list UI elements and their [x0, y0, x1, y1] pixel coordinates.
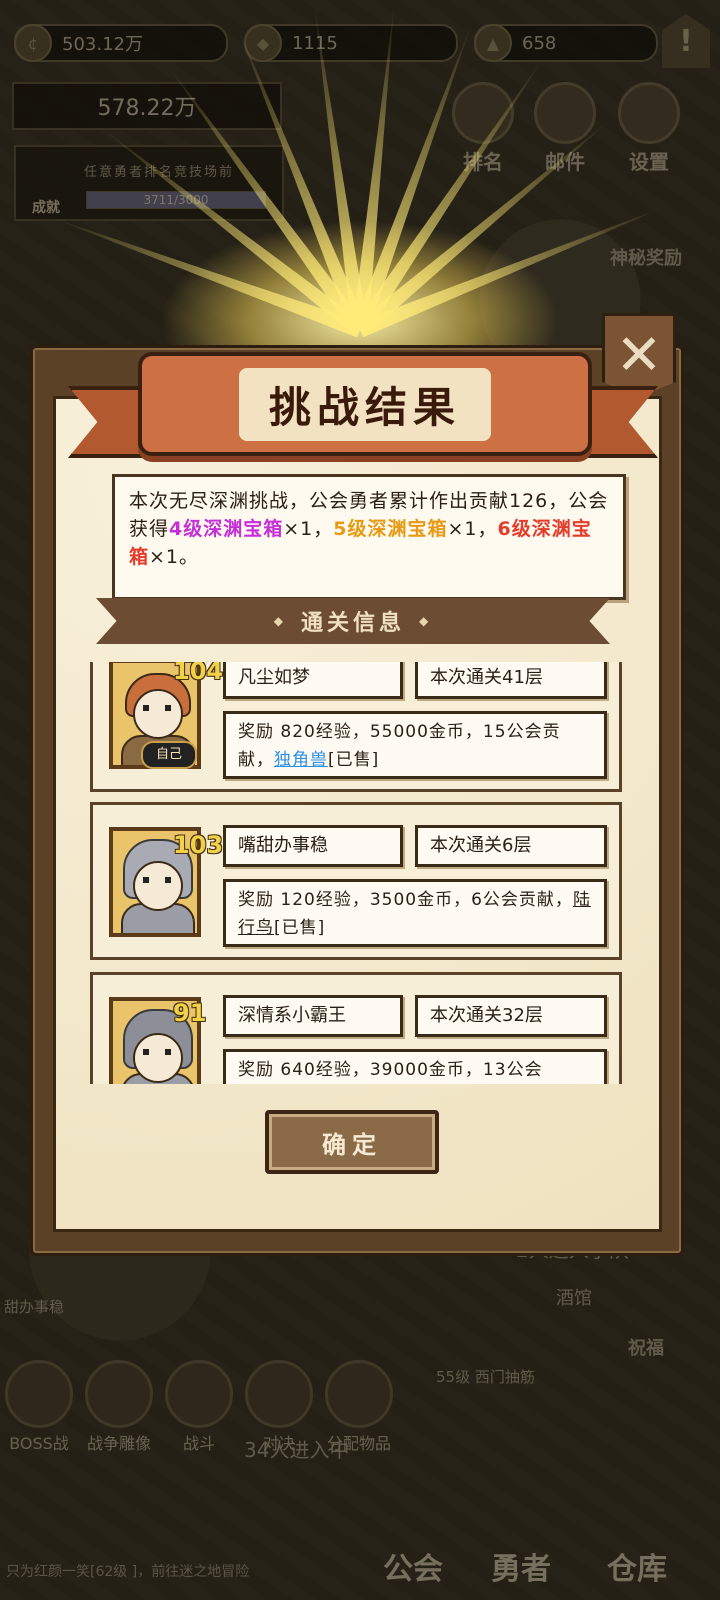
- clear-info-header: ◆ 通关信息 ◆: [96, 598, 610, 644]
- clear-info-title: 通关信息: [300, 611, 405, 636]
- self-tag: 自己: [141, 741, 197, 769]
- reward-qty-lv5: ×1，: [447, 518, 498, 540]
- title-ribbon: 挑战结果: [138, 352, 592, 456]
- reward-desc: 奖励 640经验，39000金币，13公会: [238, 1060, 543, 1080]
- hero-level: 91: [173, 999, 207, 1027]
- reward-qty-lv4: ×1，: [283, 518, 334, 540]
- floor-cleared: 本次通关32层: [415, 995, 607, 1037]
- diamond-icon: ◆: [273, 614, 287, 628]
- hero-name: 凡尘如梦: [223, 662, 403, 699]
- close-button[interactable]: ✕: [602, 313, 676, 397]
- reward-text: 奖励 820经验，55000金币，15公会贡献，独角兽[已售]: [223, 711, 607, 779]
- reward-item-status: [已售]: [274, 918, 326, 938]
- reward-item-status: [已售]: [328, 750, 380, 770]
- clear-info-list[interactable]: 104 自己 凡尘如梦 本次通关41层 奖励 820经验，55000金币，15公…: [90, 662, 622, 1084]
- hero-level: 103: [173, 831, 224, 859]
- diamond-icon: ◆: [419, 614, 433, 628]
- reward-text: 奖励 120经验，3500金币，6公会贡献，陆行鸟[已售]: [223, 879, 607, 947]
- hero-level: 104: [173, 662, 224, 685]
- list-item[interactable]: 104 自己 凡尘如梦 本次通关41层 奖励 820经验，55000金币，15公…: [90, 662, 622, 792]
- reward-text: 奖励 640经验，39000金币，13公会: [223, 1049, 607, 1084]
- reward-desc: 奖励 120经验，3500金币，6公会贡献，: [238, 890, 573, 910]
- hero-name: 嘴甜办事稳: [223, 825, 403, 867]
- close-x-icon: ✕: [615, 322, 663, 388]
- confirm-label: 确定: [322, 1130, 382, 1159]
- floor-cleared: 本次通关6层: [415, 825, 607, 867]
- hero-name: 深情系小霸王: [223, 995, 403, 1037]
- result-summary: 本次无尽深渊挑战，公会勇者累计作出贡献126，公会获得4级深渊宝箱×1，5级深渊…: [112, 474, 626, 600]
- reward-item-link[interactable]: 独角兽: [274, 750, 328, 770]
- confirm-button[interactable]: 确定: [265, 1110, 439, 1174]
- list-item[interactable]: 91 深情系小霸王 本次通关32层 奖励 640经验，39000金币，13公会: [90, 972, 622, 1084]
- reward-item-lv5: 5级深渊宝箱: [333, 518, 448, 540]
- reward-item-lv4: 4级深渊宝箱: [169, 518, 284, 540]
- dialog-title: 挑战结果: [238, 367, 491, 441]
- floor-cleared: 本次通关41层: [415, 662, 607, 699]
- reward-qty-lv6: ×1。: [149, 546, 200, 568]
- list-item[interactable]: 103 嘴甜办事稳 本次通关6层 奖励 120经验，3500金币，6公会贡献，陆…: [90, 802, 622, 960]
